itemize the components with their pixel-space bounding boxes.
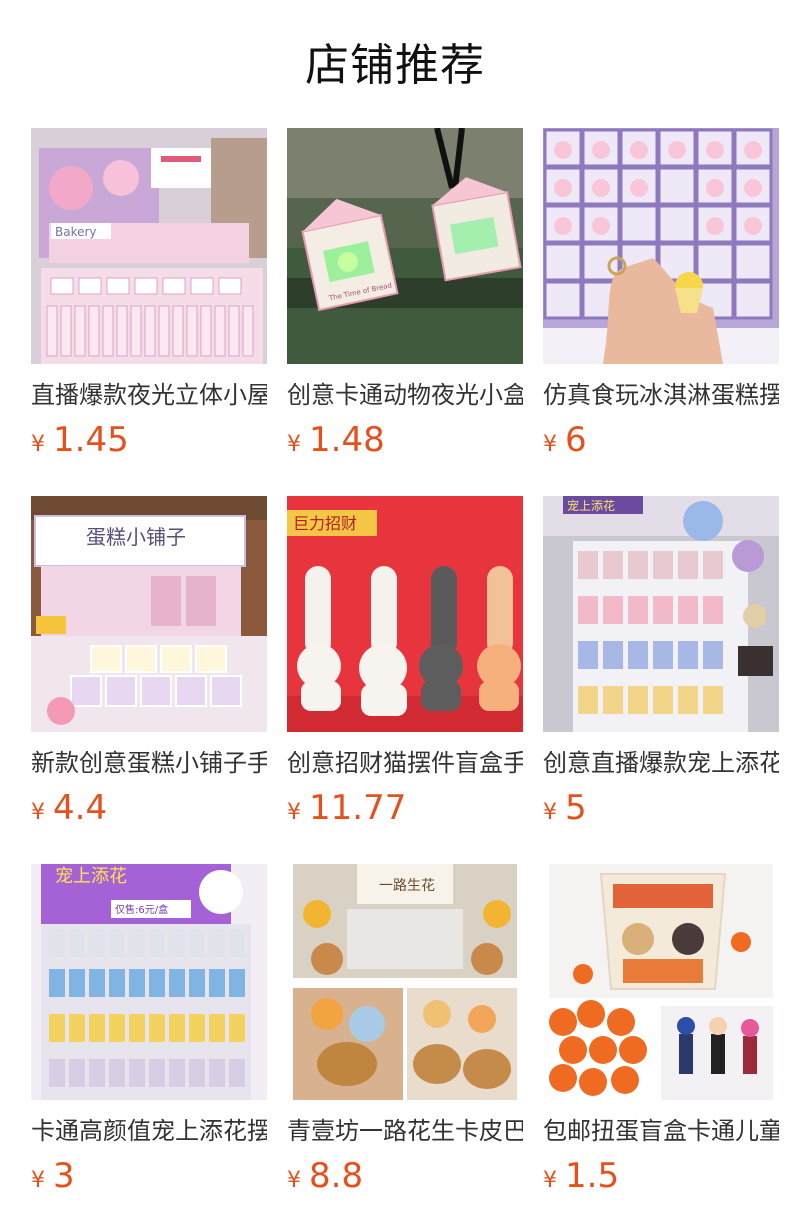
icecream-cake-shelf-image <box>543 128 779 364</box>
product-card[interactable]: 一路生花 青壹坊一路花生卡皮巴拉 <box>287 864 523 1232</box>
svg-text:蛋糕小铺子: 蛋糕小铺子 <box>86 525 186 549</box>
product-price: ¥ 4.4 <box>31 788 267 828</box>
product-card[interactable]: 巨力招财 创意招财猫摆件盲盒手办 ¥ <box>287 496 523 864</box>
product-name: 创意招财猫摆件盲盒手办 <box>287 749 523 777</box>
product-card[interactable]: 仿真食玩冰淇淋蛋糕摆件 ¥ 6 <box>543 128 779 496</box>
product-card[interactable]: 蛋糕小铺子 新款创意蛋糕小铺子手办 ¥ <box>31 496 267 864</box>
product-price: ¥ 1.5 <box>543 1156 779 1196</box>
product-name: 创意直播爆款宠上添花摆件 <box>543 749 779 777</box>
product-name: 新款创意蛋糕小铺子手办 <box>31 749 267 777</box>
price-value: 1.45 <box>53 420 129 460</box>
product-price: ¥ 8.8 <box>287 1156 523 1196</box>
currency-symbol: ¥ <box>543 800 557 825</box>
product-name: 仿真食玩冰淇淋蛋糕摆件 <box>543 381 779 409</box>
product-price: ¥ 1.48 <box>287 420 523 460</box>
page-title: 店铺推荐 <box>305 40 485 91</box>
product-price: ¥ 11.77 <box>287 788 523 828</box>
capybara-flower-image: 一路生花 <box>287 864 523 1100</box>
svg-text:Bakery: Bakery <box>55 225 97 239</box>
svg-text:仅售:6元/盒: 仅售:6元/盒 <box>115 903 168 916</box>
currency-symbol: ¥ <box>31 432 45 457</box>
price-value: 4.4 <box>53 788 108 828</box>
svg-text:一路生花: 一路生花 <box>379 878 435 894</box>
currency-symbol: ¥ <box>287 800 301 825</box>
product-card[interactable]: 宠上添花 创意直播爆款宠上添花 ¥ 5 <box>543 496 779 864</box>
product-price: ¥ 3 <box>31 1156 267 1196</box>
pet-flower-display-image: 宠上添花 仅售:6元/盒 <box>31 864 267 1100</box>
gashapon-bucket-image <box>543 864 779 1100</box>
price-value: 3 <box>53 1156 75 1196</box>
svg-text:宠上添花: 宠上添花 <box>567 498 615 513</box>
product-name: 卡通高颜值宠上添花摆件 <box>31 1117 267 1145</box>
product-name: 创意卡通动物夜光小盒子 <box>287 381 523 409</box>
bakery-shop-image: Bakery <box>31 128 267 364</box>
currency-symbol: ¥ <box>31 800 45 825</box>
product-price: ¥ 1.45 <box>31 420 267 460</box>
price-value: 1.48 <box>309 420 385 460</box>
svg-text:宠上添花: 宠上添花 <box>55 866 127 887</box>
product-price: ¥ 5 <box>543 788 779 828</box>
svg-text:巨力招财: 巨力招财 <box>293 514 357 533</box>
price-value: 5 <box>565 788 587 828</box>
price-value: 11.77 <box>309 788 407 828</box>
currency-symbol: ¥ <box>31 1168 45 1193</box>
lucky-cat-image: 巨力招财 <box>287 496 523 732</box>
price-value: 1.5 <box>565 1156 620 1196</box>
product-card[interactable]: 宠上添花 仅售:6元/盒 卡通高颜值宠上添花摆 ¥ 3 <box>31 864 267 1232</box>
product-card[interactable]: Bakery 直播爆款夜光立体小屋 ¥ 1.45 <box>31 128 267 496</box>
product-price: ¥ 6 <box>543 420 779 460</box>
shop-recommend-page: 店铺推荐 Bakery 直播爆款夜光立体小屋 ¥ 1.45 The Time o… <box>0 0 790 1232</box>
product-name: 直播爆款夜光立体小屋 <box>31 381 267 409</box>
currency-symbol: ¥ <box>543 432 557 457</box>
currency-symbol: ¥ <box>543 1168 557 1193</box>
pet-flower-shelf-image: 宠上添花 <box>543 496 779 732</box>
product-grid: Bakery 直播爆款夜光立体小屋 ¥ 1.45 The Time of Bre… <box>31 128 779 1232</box>
cake-shop-image: 蛋糕小铺子 <box>31 496 267 732</box>
price-value: 6 <box>565 420 587 460</box>
product-name: 青壹坊一路花生卡皮巴拉 <box>287 1117 523 1145</box>
glow-box-keychain-image: The Time of Bread <box>287 128 523 364</box>
price-value: 8.8 <box>309 1156 364 1196</box>
product-name: 包邮扭蛋盲盒卡通儿童玩具 <box>543 1117 779 1145</box>
product-card[interactable]: 包邮扭蛋盲盒卡通儿童玩具 ¥ 1.5 <box>543 864 779 1232</box>
currency-symbol: ¥ <box>287 1168 301 1193</box>
currency-symbol: ¥ <box>287 432 301 457</box>
product-card[interactable]: The Time of Bread 创意卡通动物夜光小盒子 ¥ 1.48 <box>287 128 523 496</box>
